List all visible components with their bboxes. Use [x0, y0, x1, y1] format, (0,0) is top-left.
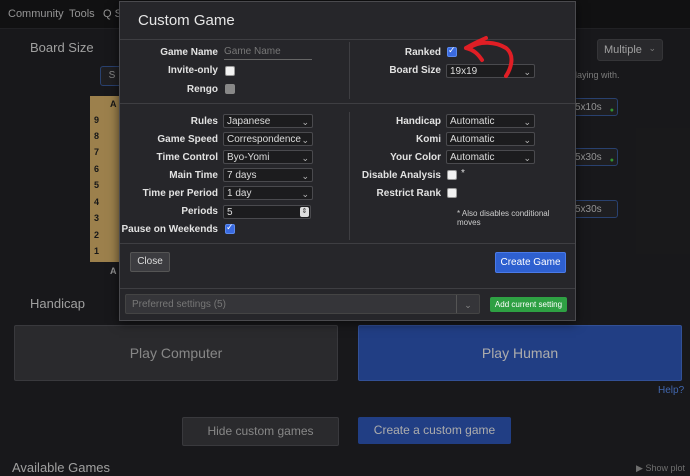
divider [120, 288, 575, 289]
board-size-label: Board Size [389, 65, 441, 76]
game-name-input[interactable]: Game Name [224, 45, 312, 60]
rules-select[interactable]: Japanese ⌄ [223, 114, 313, 128]
chevron-down-icon: ⌄ [301, 135, 309, 145]
create-game-button[interactable]: Create Game [495, 252, 566, 273]
invite-only-checkbox[interactable] [225, 66, 235, 76]
chevron-down-icon: ⌄ [456, 295, 479, 313]
handicap-select[interactable]: Automatic ⌄ [446, 114, 535, 128]
annotation-arrow-icon [464, 36, 514, 78]
main-time-select[interactable]: 7 days ⌄ [223, 168, 313, 182]
chevron-down-icon: ⌄ [301, 189, 309, 199]
your-color-label: Your Color [390, 152, 441, 163]
disable-analysis-asterisk: * [461, 168, 465, 179]
periods-label: Periods [181, 206, 218, 217]
restrict-rank-label: Restrict Rank [376, 188, 441, 199]
time-control-select[interactable]: Byo-Yomi ⌄ [223, 150, 313, 164]
chevron-down-icon: ⌄ [523, 67, 531, 77]
chevron-down-icon: ⌄ [301, 153, 309, 163]
rengo-checkbox [225, 84, 235, 94]
analysis-note: * Also disables conditional moves [457, 209, 550, 227]
disable-analysis-checkbox[interactable] [447, 170, 457, 180]
disable-analysis-label: Disable Analysis [361, 170, 441, 181]
ranked-label: Ranked [404, 47, 441, 58]
ranked-checkbox[interactable] [447, 45, 457, 57]
chevron-down-icon: ⌄ [523, 153, 531, 163]
komi-select[interactable]: Automatic ⌄ [446, 132, 535, 146]
handicap-label: Handicap [395, 116, 441, 127]
add-current-setting-button[interactable]: Add current setting [490, 297, 567, 312]
invite-only-label: Invite-only [167, 65, 218, 76]
game-name-label: Game Name [160, 47, 218, 58]
pause-on-weekends-label: Pause on Weekends [121, 224, 218, 235]
komi-label: Komi [416, 134, 441, 145]
rules-label: Rules [190, 116, 218, 127]
restrict-rank-checkbox[interactable] [447, 188, 457, 198]
time-control-label: Time Control [156, 152, 218, 163]
your-color-select[interactable]: Automatic ⌄ [446, 150, 535, 164]
chevron-down-icon: ⌄ [523, 117, 531, 127]
chevron-down-icon: ⌄ [301, 117, 309, 127]
rengo-label: Rengo [186, 84, 218, 95]
close-button[interactable]: Close [130, 252, 170, 272]
modal-title: Custom Game [138, 12, 235, 29]
stepper-icon[interactable]: ⇕ [300, 207, 309, 217]
periods-input[interactable]: 5 ⇕ [223, 205, 311, 219]
time-per-period-select[interactable]: 1 day ⌄ [223, 186, 313, 200]
pause-on-weekends-checkbox[interactable] [225, 222, 235, 234]
time-per-period-label: Time per Period [142, 188, 218, 199]
game-speed-select[interactable]: Correspondence ⌄ [223, 132, 313, 146]
chevron-down-icon: ⌄ [523, 135, 531, 145]
divider [120, 243, 575, 244]
divider [120, 103, 575, 104]
game-speed-label: Game Speed [157, 134, 218, 145]
preferred-settings-select[interactable]: Preferred settings (5) ⌄ [125, 294, 480, 314]
main-time-label: Main Time [169, 170, 218, 181]
chevron-down-icon: ⌄ [301, 171, 309, 181]
